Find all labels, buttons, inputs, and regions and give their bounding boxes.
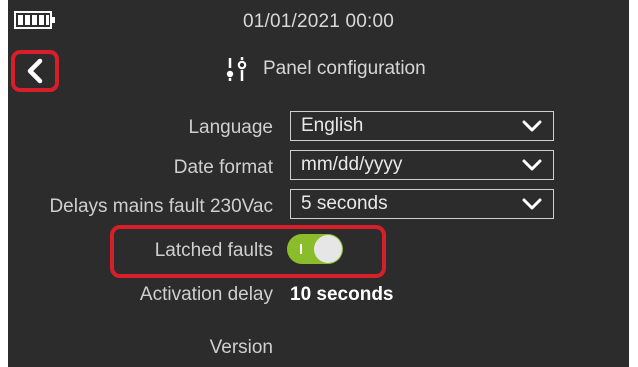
date-format-value: mm/dd/yyyy <box>301 154 403 175</box>
sliders-icon <box>226 57 247 81</box>
date-time-display: 01/01/2021 00:00 <box>242 11 395 32</box>
mains-fault-delay-select[interactable]: 5 seconds <box>290 189 554 219</box>
version-label: Version <box>209 337 273 358</box>
mains-fault-delay-label: Delays mains fault 230Vac <box>49 196 273 217</box>
activation-delay-value: 10 seconds <box>290 284 394 305</box>
toggle-on-mark <box>300 244 302 254</box>
panel-screen: 01/01/2021 00:00 Panel configuration Lan… <box>8 0 629 367</box>
toggle-knob <box>314 235 342 263</box>
mains-fault-delay-value: 5 seconds <box>301 193 388 214</box>
latched-faults-label: Latched faults <box>154 240 273 261</box>
page-title: Panel configuration <box>263 58 426 79</box>
date-format-label: Date format <box>173 157 273 178</box>
language-select[interactable]: English <box>290 111 554 141</box>
page-header: Panel configuration <box>225 55 426 83</box>
chevron-left-icon <box>27 58 43 84</box>
date-format-select[interactable]: mm/dd/yyyy <box>290 150 554 180</box>
latched-faults-toggle[interactable] <box>287 234 343 264</box>
chevron-down-icon <box>522 120 542 132</box>
activation-delay-label: Activation delay <box>139 284 273 305</box>
language-label: Language <box>188 117 273 138</box>
chevron-down-icon <box>522 159 542 171</box>
back-button[interactable] <box>11 50 59 92</box>
language-value: English <box>301 115 364 136</box>
chevron-down-icon <box>522 198 542 210</box>
